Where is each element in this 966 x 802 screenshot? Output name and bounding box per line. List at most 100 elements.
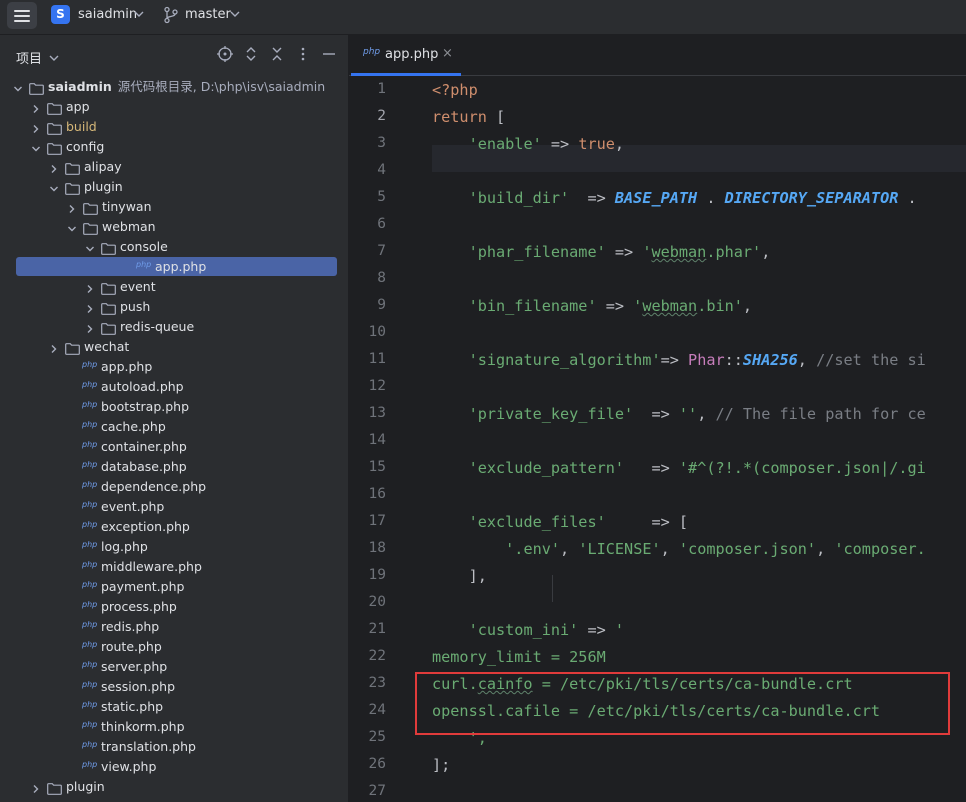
php-file-icon: php <box>82 560 98 569</box>
code-line[interactable]: <?php <box>432 81 478 99</box>
tree-item[interactable]: php bootstrap.php <box>0 397 348 417</box>
chevron-right-icon[interactable] <box>84 322 96 333</box>
tree-item[interactable]: php container.php <box>0 437 348 457</box>
tree-item[interactable]: php route.php <box>0 637 348 657</box>
chevron-right-icon[interactable] <box>84 302 96 313</box>
tree-item[interactable]: php log.php <box>0 537 348 557</box>
tree-item[interactable]: plugin <box>0 777 348 797</box>
tree-item[interactable]: push <box>0 297 348 317</box>
tree-item[interactable]: app <box>0 97 348 117</box>
code-line[interactable]: 'exclude_pattern' => '#^(?!.*(composer.j… <box>432 459 926 477</box>
chevron-right-icon[interactable] <box>84 282 96 293</box>
tree-item[interactable]: php cache.php <box>0 417 348 437</box>
tree-item[interactable]: php payment.php <box>0 577 348 597</box>
tree-item[interactable]: plugin <box>0 177 348 197</box>
tree-item[interactable]: php server.php <box>0 657 348 677</box>
tree-item[interactable]: php session.php <box>0 677 348 697</box>
code-line[interactable]: 'build_dir' => BASE_PATH . DIRECTORY_SEP… <box>432 189 926 207</box>
code-line[interactable]: 'signature_algorithm'=> Phar::SHA256, //… <box>432 351 926 369</box>
tree-item[interactable]: build <box>0 117 348 137</box>
tree-item[interactable]: php database.php <box>0 457 348 477</box>
tree-item[interactable]: webman <box>0 217 348 237</box>
code-line[interactable]: return [ <box>432 108 505 126</box>
tree-item-label: translation.php <box>101 739 196 754</box>
tree-item[interactable]: wechat <box>0 337 348 357</box>
tree-item[interactable]: saiadmin 源代码根目录, D:\php\isv\saiadmin <box>0 77 348 97</box>
code-token: => <box>578 621 615 639</box>
chevron-right-icon[interactable] <box>30 122 42 133</box>
chevron-down-icon[interactable] <box>230 9 240 22</box>
tree-item[interactable]: php translation.php <box>0 737 348 757</box>
tree-item[interactable]: php app.php <box>0 357 348 377</box>
more-options-icon[interactable] <box>294 45 312 63</box>
code-line[interactable]: 'enable' => true, <box>432 135 624 153</box>
code-line[interactable]: 'exclude_files' => [ <box>432 513 688 531</box>
code-line[interactable]: ]; <box>432 756 450 774</box>
tree-item[interactable]: tinywan <box>0 197 348 217</box>
tree-item[interactable]: alipay <box>0 157 348 177</box>
line-number: 18 <box>368 540 386 556</box>
project-switcher[interactable]: saiadmin <box>78 7 137 22</box>
code-line[interactable]: 'bin_filename' => 'webman.bin', <box>432 297 753 315</box>
tree-item[interactable]: php autoload.php <box>0 377 348 397</box>
tree-item[interactable]: php exception.php <box>0 517 348 537</box>
chevron-right-icon[interactable] <box>48 162 60 173</box>
chevron-right-icon[interactable] <box>30 102 42 113</box>
line-number: 24 <box>368 702 386 718</box>
tree-item[interactable]: php thinkorm.php <box>0 717 348 737</box>
chevron-down-icon[interactable] <box>134 9 144 22</box>
tree-item-label: plugin <box>84 179 123 194</box>
code-token: webman <box>642 297 698 315</box>
tree-item[interactable]: php static.php <box>0 697 348 717</box>
code-line[interactable]: 'custom_ini' => ' <box>432 621 624 639</box>
tree-item[interactable]: console <box>0 237 348 257</box>
code-token: , <box>614 135 625 153</box>
chevron-right-icon[interactable] <box>48 342 60 353</box>
collapse-all-icon[interactable] <box>268 45 286 63</box>
line-number: 14 <box>368 432 386 448</box>
code-token: => <box>596 297 634 315</box>
locate-file-icon[interactable] <box>216 45 234 63</box>
chevron-down-icon[interactable] <box>12 82 24 92</box>
code-line[interactable]: 'phar_filename' => 'webman.phar', <box>432 243 771 261</box>
tree-item[interactable]: php dependence.php <box>0 477 348 497</box>
tree-item[interactable]: php view.php <box>0 757 348 777</box>
chevron-down-icon[interactable] <box>48 182 60 192</box>
tree-item[interactable]: php event.php <box>0 497 348 517</box>
php-file-icon: php <box>82 580 98 589</box>
hide-panel-icon[interactable] <box>320 45 338 63</box>
project-badge-icon[interactable]: S <box>51 5 70 24</box>
chevron-down-icon[interactable] <box>30 142 42 152</box>
tree-item[interactable]: redis-queue <box>0 317 348 337</box>
code-line[interactable]: memory_limit = 256M <box>432 648 606 666</box>
chevron-right-icon[interactable] <box>66 202 78 213</box>
tab-app-php[interactable]: php app.php × <box>351 35 461 76</box>
branch-switcher[interactable]: master <box>185 7 231 22</box>
chevron-down-icon[interactable] <box>84 242 96 252</box>
tree-item[interactable]: php redis.php <box>0 617 348 637</box>
code-line[interactable]: 'private_key_file' => '', // The file pa… <box>432 405 926 423</box>
project-panel-title[interactable]: 项目 <box>16 48 59 67</box>
chevron-right-icon[interactable] <box>30 782 42 793</box>
code-token: => <box>624 459 679 477</box>
tree-item-label: autoload.php <box>101 379 184 394</box>
php-file-icon: php <box>82 400 98 409</box>
tree-item[interactable]: php app.php <box>0 257 348 277</box>
code-token: 'exclude_files' <box>468 513 606 531</box>
code-token: BASE_PATH <box>614 189 698 207</box>
close-icon[interactable]: × <box>442 46 453 61</box>
tree-item[interactable]: php middleware.php <box>0 557 348 577</box>
tree-item[interactable]: event <box>0 277 348 297</box>
main-menu-button[interactable] <box>7 2 37 29</box>
code-line[interactable]: '.env', 'LICENSE', 'composer.json', 'com… <box>432 540 926 558</box>
tree-item[interactable]: config <box>0 137 348 157</box>
git-branch-icon[interactable] <box>163 6 179 28</box>
chevron-down-icon[interactable] <box>66 222 78 232</box>
code-token: 'LICENSE' <box>578 540 661 558</box>
tree-item[interactable]: php process.php <box>0 597 348 617</box>
code-line[interactable]: ], <box>432 567 487 585</box>
expand-all-icon[interactable] <box>242 45 260 63</box>
php-file-icon: php <box>82 540 98 549</box>
